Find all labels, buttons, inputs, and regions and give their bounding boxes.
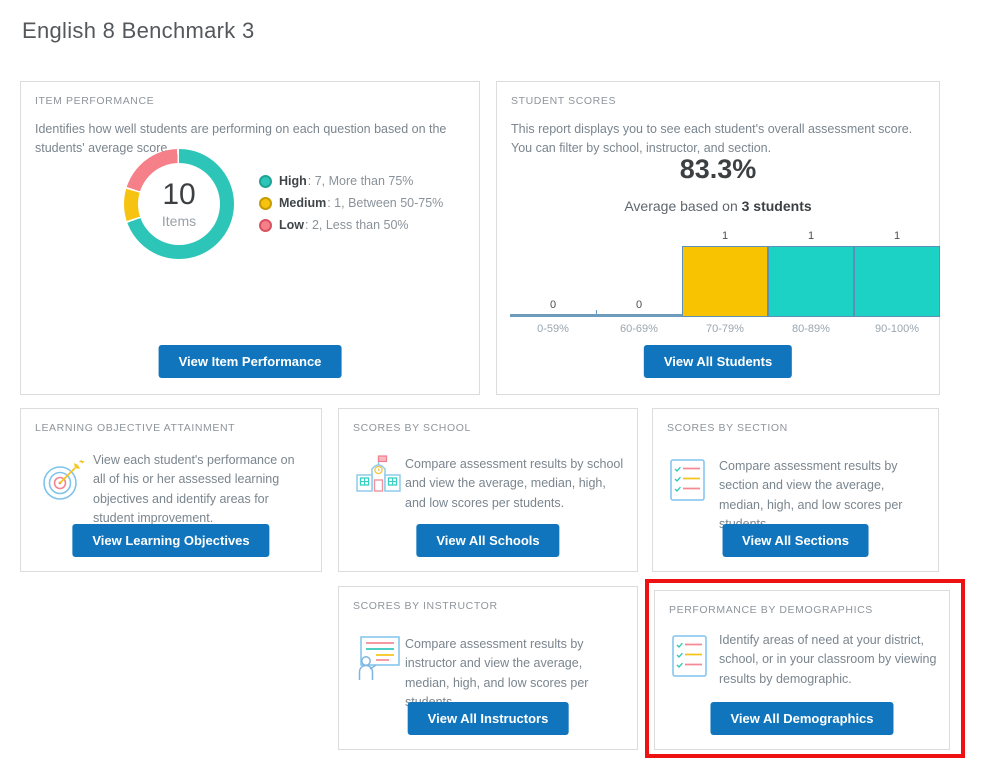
card-item-performance: ITEM PERFORMANCE Identifies how well stu…	[20, 81, 480, 395]
scores-by-instructor-header: SCORES BY INSTRUCTOR	[353, 600, 498, 612]
page-title: English 8 Benchmark 3	[22, 18, 255, 44]
view-all-students-button[interactable]: View All Students	[644, 345, 792, 378]
bar-value-label: 0	[596, 299, 682, 311]
student-scores-description: This report displays you to see each stu…	[511, 120, 925, 159]
target-icon	[37, 453, 89, 510]
item-performance-donut-chart: 10 Items	[124, 149, 234, 259]
bar-category-label: 70-79%	[682, 323, 768, 335]
bar-column-80-89%: 1 80-89%	[768, 229, 854, 341]
student-scores-header: STUDENT SCORES	[511, 95, 616, 107]
bar-value-label: 1	[682, 230, 768, 242]
caption-prefix: Average based on	[624, 198, 741, 214]
student-scores-bar-chart: 00-59%060-69%170-79%180-89%190-100%	[510, 229, 940, 341]
scores-by-school-header: SCORES BY SCHOOL	[353, 422, 471, 434]
scores-by-section-description: Compare assessment results by section an…	[719, 457, 927, 535]
average-score-value: 83.3%	[497, 154, 939, 185]
donut-legend: High: 7, More than 75%Medium: 1, Between…	[259, 170, 443, 236]
card-scores-by-school: SCORES BY SCHOOL Compare assessment resu…	[338, 408, 638, 572]
card-scores-by-section: SCORES BY SECTION Compare assessment res…	[652, 408, 939, 572]
learning-objectives-header: LEARNING OBJECTIVE ATTAINMENT	[35, 422, 235, 434]
legend-item: Low: 2, Less than 50%	[259, 214, 443, 236]
donut-center: 10 Items	[138, 163, 220, 245]
scores-by-instructor-description: Compare assessment results by instructor…	[405, 635, 629, 713]
bar-category-label: 60-69%	[596, 323, 682, 335]
view-learning-objectives-button[interactable]: View Learning Objectives	[72, 524, 269, 557]
school-building-icon	[355, 453, 403, 504]
donut-total-items: 10	[162, 180, 195, 210]
bar	[682, 246, 768, 317]
legend-marker-dot	[259, 197, 272, 210]
card-student-scores: STUDENT SCORES This report displays you …	[496, 81, 940, 395]
bar-column-90-100%: 1 90-100%	[854, 229, 940, 341]
performance-by-demographics-header: PERFORMANCE BY DEMOGRAPHICS	[669, 604, 873, 616]
bar-category-label: 0-59%	[510, 323, 596, 335]
card-learning-objectives: LEARNING OBJECTIVE ATTAINMENT View each …	[20, 408, 322, 572]
bar	[854, 246, 940, 317]
performance-by-demographics-description: Identify areas of need at your district,…	[719, 631, 941, 689]
item-performance-header: ITEM PERFORMANCE	[35, 95, 154, 107]
legend-marker-dot	[259, 219, 272, 232]
average-score-caption: Average based on 3 students	[497, 198, 939, 214]
demographics-checklist-icon	[672, 635, 708, 682]
view-all-schools-button[interactable]: View All Schools	[416, 524, 559, 557]
scores-by-school-description: Compare assessment results by school and…	[405, 455, 627, 513]
view-all-instructors-button[interactable]: View All Instructors	[408, 702, 569, 735]
bar-value-label: 0	[510, 299, 596, 311]
view-all-sections-button[interactable]: View All Sections	[722, 524, 869, 557]
bar-value-label: 1	[768, 230, 854, 242]
bar-column-60-69%: 0 60-69%	[596, 229, 682, 341]
bar-column-0-59%: 0 0-59%	[510, 229, 596, 341]
bar-column-70-79%: 1 70-79%	[682, 229, 768, 341]
checklist-icon	[670, 459, 706, 506]
instructor-presentation-icon	[353, 635, 403, 686]
bar-category-label: 90-100%	[854, 323, 940, 335]
learning-objectives-description: View each student's performance on all o…	[93, 451, 309, 529]
item-performance-description: Identifies how well students are perform…	[35, 120, 467, 159]
bar-value-label: 1	[854, 230, 940, 242]
view-item-performance-button[interactable]: View Item Performance	[159, 345, 342, 378]
donut-items-label: Items	[162, 213, 196, 229]
legend-item: Medium: 1, Between 50-75%	[259, 192, 443, 214]
scores-by-section-header: SCORES BY SECTION	[667, 422, 788, 434]
card-scores-by-instructor: SCORES BY INSTRUCTOR Compare assessment …	[338, 586, 638, 750]
bar-category-label: 80-89%	[768, 323, 854, 335]
bar	[768, 246, 854, 317]
legend-item: High: 7, More than 75%	[259, 170, 443, 192]
caption-student-count: 3 students	[742, 198, 812, 214]
card-performance-by-demographics: PERFORMANCE BY DEMOGRAPHICS Identify are…	[654, 590, 950, 750]
view-all-demographics-button[interactable]: View All Demographics	[710, 702, 893, 735]
legend-marker-dot	[259, 175, 272, 188]
